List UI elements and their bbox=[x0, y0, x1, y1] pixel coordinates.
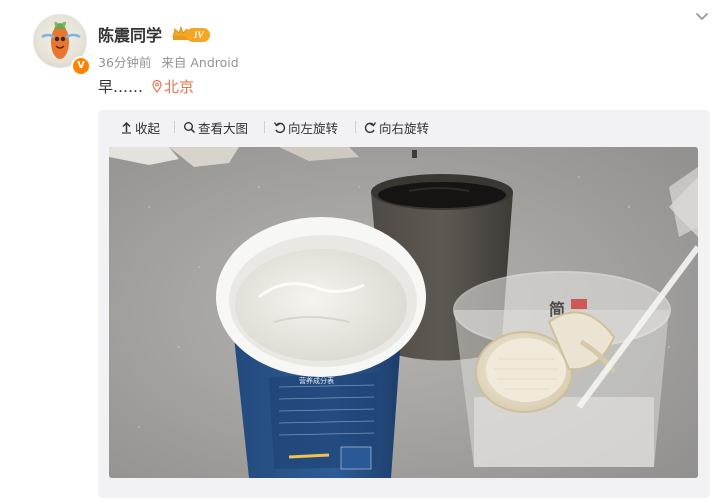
chevron-down-icon[interactable] bbox=[695, 11, 709, 23]
view-large-label: 查看大图 bbox=[198, 121, 249, 136]
rotate-right-label: 向右旋转 bbox=[379, 121, 430, 136]
username[interactable]: 陈震同学 bbox=[98, 22, 162, 46]
media-toolbar: 收起 查看大图 向左旋转 向右旋转 bbox=[98, 110, 710, 144]
rotate-left-label: 向左旋转 bbox=[288, 121, 339, 136]
level-badge: IV bbox=[186, 28, 210, 42]
post-text: 早…… bbox=[98, 78, 144, 96]
post-source: 来自 Android bbox=[161, 55, 239, 70]
rotate-right-button[interactable]: 向右旋转 bbox=[364, 118, 429, 137]
rotate-left-button[interactable]: 向左旋转 bbox=[273, 118, 338, 137]
post-meta: 36分钟前 来自 Android bbox=[98, 52, 245, 71]
location-label: 北京 bbox=[164, 78, 195, 96]
collapse-label: 收起 bbox=[135, 121, 161, 136]
view-large-button[interactable]: 查看大图 bbox=[183, 118, 248, 137]
weibo-post-card: V 陈震同学 IV 36分钟前 来自 Android 早…… 北京 收起 查看大… bbox=[0, 0, 719, 502]
toolbar-divider bbox=[174, 121, 175, 133]
breakfast-photo: 营养成分表 简 bbox=[109, 147, 698, 478]
rotate-right-icon bbox=[364, 122, 377, 134]
toolbar-divider bbox=[355, 121, 356, 133]
pin-icon bbox=[152, 79, 162, 93]
toolbar-divider bbox=[264, 121, 265, 133]
media-panel: 收起 查看大图 向左旋转 向右旋转 营养成分表 简 bbox=[98, 110, 710, 498]
verified-badge: V bbox=[71, 56, 91, 76]
location-link[interactable]: 北京 bbox=[152, 76, 194, 97]
cup-label-title: 营养成分表 bbox=[299, 376, 334, 385]
collapse-button[interactable]: 收起 bbox=[120, 118, 160, 137]
arrow-up-icon bbox=[122, 121, 131, 134]
post-photo[interactable]: 营养成分表 简 bbox=[109, 147, 698, 478]
search-icon bbox=[184, 122, 196, 134]
post-time[interactable]: 36分钟前 bbox=[98, 55, 151, 70]
rotate-left-icon bbox=[273, 122, 286, 134]
